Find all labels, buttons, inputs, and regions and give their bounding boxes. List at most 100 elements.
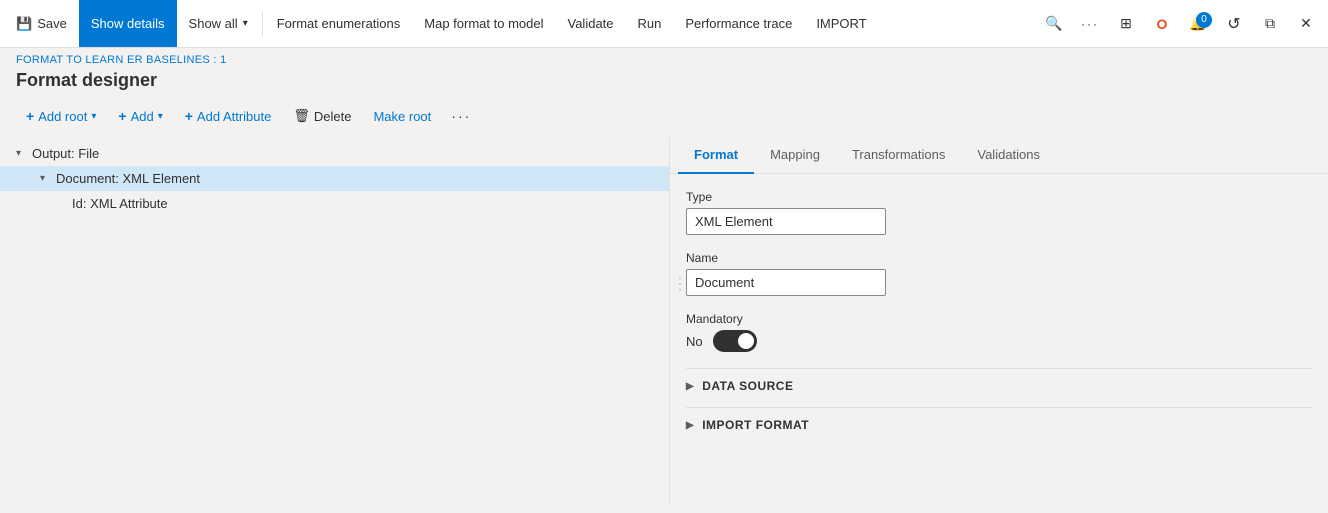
office-icon: O — [1157, 16, 1168, 32]
more-actions-icon: ··· — [451, 108, 471, 124]
format-enumerations-button[interactable]: Format enumerations — [265, 0, 413, 47]
plus-icon-2: + — [118, 108, 126, 124]
tree-item-id[interactable]: Id: XML Attribute — [0, 191, 669, 216]
add-attribute-button[interactable]: + Add Attribute — [175, 103, 282, 129]
office-button[interactable]: O — [1144, 6, 1180, 42]
tab-transformations[interactable]: Transformations — [836, 137, 961, 174]
name-label: Name — [686, 251, 1312, 265]
chevron-down-icon-2: ▾ — [40, 173, 52, 184]
perf-trace-button[interactable]: Performance trace — [673, 0, 804, 47]
tree-item-document[interactable]: ▾ Document: XML Element — [0, 166, 669, 191]
breadcrumb-value: 1 — [220, 54, 226, 66]
tab-transformations-label: Transformations — [852, 147, 945, 162]
data-source-section: ▶ DATA SOURCE — [686, 368, 1312, 403]
chevron-down-icon: ▾ — [16, 148, 28, 159]
tab-mapping-label: Mapping — [770, 147, 820, 162]
perf-trace-label: Performance trace — [685, 16, 792, 31]
right-panel: Format Mapping Transformations Validatio… — [670, 137, 1328, 504]
mandatory-row: No — [686, 330, 1312, 352]
plus-icon-3: + — [185, 108, 193, 124]
breadcrumb: FORMAT TO LEARN ER BASELINES : 1 — [16, 54, 1312, 66]
type-input[interactable] — [686, 208, 886, 235]
save-button[interactable]: 💾 Save — [4, 0, 79, 47]
tab-validations[interactable]: Validations — [961, 137, 1056, 174]
notification-badge: 0 — [1196, 12, 1212, 28]
search-button[interactable]: 🔍 — [1036, 6, 1072, 42]
name-input[interactable] — [686, 269, 886, 296]
toggle-track[interactable] — [713, 330, 757, 352]
tree-panel: ▾ Output: File ▾ Document: XML Element I… — [0, 137, 670, 504]
close-button[interactable]: ✕ — [1288, 6, 1324, 42]
more-icon: ··· — [1081, 17, 1099, 31]
delete-icon: 🗑 — [293, 108, 310, 124]
right-content: Type Name Mandatory No — [670, 174, 1328, 458]
grid-icon: ⊞ — [1120, 15, 1132, 32]
add-chevron-icon: ▾ — [158, 111, 163, 122]
format-enumerations-label: Format enumerations — [277, 16, 401, 31]
notification-wrapper: 🔔 0 — [1180, 6, 1216, 42]
more-actions-button[interactable]: ··· — [443, 103, 479, 129]
more-options-button[interactable]: ··· — [1072, 6, 1108, 42]
save-label: Save — [37, 16, 67, 31]
tab-format-label: Format — [694, 147, 738, 162]
name-field-group: Name — [686, 251, 1312, 296]
show-all-label: Show all — [189, 16, 238, 31]
import-format-header[interactable]: ▶ IMPORT FORMAT — [686, 408, 1312, 442]
window-icon: ⧉ — [1265, 15, 1275, 32]
add-attribute-label: Add Attribute — [197, 109, 271, 124]
validate-button[interactable]: Validate — [556, 0, 626, 47]
data-source-chevron-icon: ▶ — [686, 381, 694, 392]
save-icon: 💾 — [16, 16, 32, 32]
run-label: Run — [638, 16, 662, 31]
sub-header: FORMAT TO LEARN ER BASELINES : 1 Format … — [0, 48, 1328, 103]
delete-label: Delete — [314, 109, 352, 124]
type-label: Type — [686, 190, 1312, 204]
add-root-label: Add root — [38, 109, 87, 124]
delete-button[interactable]: 🗑 Delete — [283, 103, 361, 129]
mandatory-label: Mandatory — [686, 312, 1312, 326]
tab-format[interactable]: Format — [678, 137, 754, 174]
mandatory-toggle[interactable] — [713, 330, 757, 352]
show-all-chevron-icon: ▾ — [243, 18, 248, 29]
data-source-header[interactable]: ▶ DATA SOURCE — [686, 369, 1312, 403]
tab-validations-label: Validations — [977, 147, 1040, 162]
action-bar: + Add root ▾ + Add ▾ + Add Attribute 🗑 D… — [0, 103, 1328, 137]
import-format-chevron-icon: ▶ — [686, 420, 694, 431]
add-root-chevron-icon: ▾ — [91, 111, 96, 122]
import-format-section: ▶ IMPORT FORMAT — [686, 407, 1312, 442]
data-source-label: DATA SOURCE — [702, 379, 793, 393]
main-toolbar: 💾 Save Show details Show all ▾ Format en… — [0, 0, 1328, 48]
map-format-label: Map format to model — [424, 16, 543, 31]
tree-item-output[interactable]: ▾ Output: File — [0, 141, 669, 166]
tree-item-label-3: Id: XML Attribute — [72, 196, 168, 211]
refresh-button[interactable]: ↺ — [1216, 6, 1252, 42]
tab-mapping[interactable]: Mapping — [754, 137, 836, 174]
show-details-button[interactable]: Show details — [79, 0, 177, 47]
add-root-button[interactable]: + Add root ▾ — [16, 103, 106, 129]
type-field-group: Type — [686, 190, 1312, 235]
search-icon: 🔍 — [1045, 15, 1062, 32]
close-icon: ✕ — [1300, 15, 1312, 32]
make-root-button[interactable]: Make root — [363, 104, 441, 129]
map-format-button[interactable]: Map format to model — [412, 0, 555, 47]
right-tabs: Format Mapping Transformations Validatio… — [670, 137, 1328, 174]
toggle-thumb — [738, 333, 754, 349]
make-root-label: Make root — [373, 109, 431, 124]
refresh-icon: ↺ — [1227, 14, 1240, 34]
plus-icon: + — [26, 108, 34, 124]
import-format-label: IMPORT FORMAT — [702, 418, 809, 432]
add-label: Add — [131, 109, 154, 124]
window-button[interactable]: ⧉ — [1252, 6, 1288, 42]
show-all-button[interactable]: Show all ▾ — [177, 0, 260, 47]
grid-button[interactable]: ⊞ — [1108, 6, 1144, 42]
validate-label: Validate — [568, 16, 614, 31]
run-button[interactable]: Run — [626, 0, 674, 47]
divider-1 — [262, 12, 263, 36]
tree-item-label-2: Document: XML Element — [56, 171, 200, 186]
show-details-label: Show details — [91, 16, 165, 31]
add-button[interactable]: + Add ▾ — [108, 103, 172, 129]
page-title: Format designer — [16, 70, 1312, 91]
import-button[interactable]: IMPORT — [804, 0, 878, 47]
tree-item-label: Output: File — [32, 146, 99, 161]
breadcrumb-prefix: FORMAT TO LEARN ER BASELINES — [16, 54, 210, 66]
